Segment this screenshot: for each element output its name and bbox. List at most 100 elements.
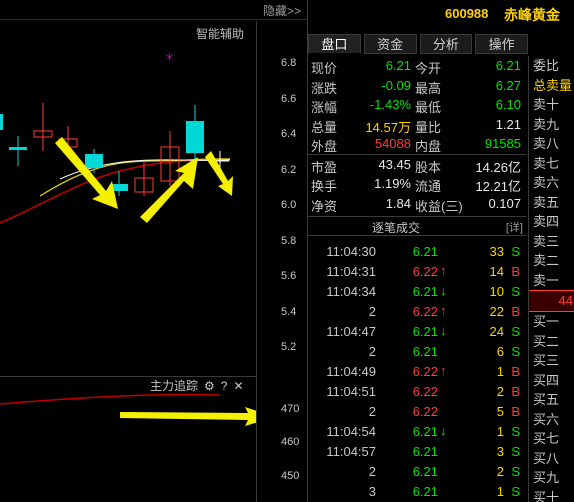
- order-book-label: 买二: [533, 333, 560, 349]
- order-book-label: 卖十: [533, 97, 560, 112]
- trade-arrow-icon: ↓: [440, 323, 447, 338]
- price-tick: 6.0: [281, 199, 297, 211]
- quote-value: 1.19%: [374, 176, 411, 191]
- quote-row: 换手 1.19% 流通 12.21亿: [308, 174, 526, 194]
- trade-side: S: [511, 464, 520, 479]
- tab-analysis[interactable]: 分析: [419, 34, 473, 54]
- quote-row: 现价 6.21 今开 6.21: [308, 56, 526, 76]
- trade-time: 2: [368, 304, 376, 319]
- quote-table: 现价 6.21 今开 6.21 涨跌 -0.09 最高 6.27 涨幅 -1.43% 最低 6.10 总…: [308, 56, 526, 214]
- quote-label: 内盘: [415, 139, 442, 154]
- quote-value: 43.45: [378, 156, 411, 172]
- trade-side: S: [511, 344, 520, 359]
- quote-label: 涨跌: [311, 80, 338, 96]
- candles: [0, 103, 229, 196]
- trade-price: 6.22: [412, 364, 438, 379]
- trade-row: 11:04:57 6.21 3 S: [308, 442, 526, 462]
- quote-panel: 600988 赤峰黄金 盘口 资金 分析 操作 现价 6.21 今开 6.21 涨跌 -0…: [307, 0, 574, 502]
- trade-volume: 10: [489, 284, 504, 299]
- order-book-label: 卖三: [533, 233, 560, 249]
- close-icon[interactable]: ✕: [233, 379, 243, 393]
- trade-arrow-icon: ↑: [440, 303, 447, 318]
- trade-row: 11:04:34 6.21 ↓ 10 S: [308, 282, 526, 302]
- order-book-label: 买五: [533, 392, 560, 407]
- capital-flow-line: [0, 393, 221, 405]
- trade-time: 2: [368, 344, 376, 359]
- chart-toolbar: 隐藏>>: [0, 0, 307, 20]
- trade-arrow-icon: ↓: [440, 283, 447, 298]
- quote-row: 净资 1.84 收益(三) 0.107: [308, 194, 526, 214]
- quote-label: 换手: [311, 179, 338, 194]
- tab-capital[interactable]: 资金: [363, 34, 417, 54]
- kline-chart-panel[interactable]: 隐藏>> 智能辅助 * 主力追踪 ⚙ ? ✕ 6.8 6.6 6.4 6.2 6…: [0, 0, 307, 502]
- stock-title-bar: 600988 赤峰黄金: [308, 0, 574, 28]
- trade-arrow-icon: ↓: [440, 423, 447, 438]
- price-tick: 6.6: [281, 93, 297, 105]
- quote-value: 14.57万: [365, 119, 411, 135]
- trade-side: B: [511, 364, 520, 379]
- trade-volume: 2: [496, 464, 504, 479]
- trade-time: 11:04:34: [326, 284, 376, 299]
- trade-volume: 3: [496, 444, 504, 459]
- subchart-tick: 460: [281, 436, 300, 448]
- quote-row: 涨跌 -0.09 最高 6.27: [308, 76, 526, 96]
- order-book-label: 总卖量: [533, 77, 573, 93]
- gear-icon[interactable]: ⚙: [204, 379, 215, 393]
- order-book-label: 买八: [533, 450, 560, 466]
- trade-volume: 22: [489, 304, 504, 319]
- trade-row: 2 6.21 2 S: [308, 462, 526, 482]
- trade-side: B: [511, 304, 520, 319]
- trade-time: 11:04:49: [326, 364, 376, 379]
- trades-detail-link[interactable]: [详]: [506, 219, 523, 235]
- quote-value: 6.21: [495, 58, 521, 73]
- trade-row: 11:04:30 6.21 33 S: [308, 242, 526, 262]
- order-book-highlight: 44: [529, 290, 574, 312]
- trade-side: B: [511, 384, 520, 399]
- order-book-label: 买九: [533, 470, 560, 485]
- trade-volume: 2: [496, 384, 504, 399]
- price-tick: 5.6: [281, 270, 297, 282]
- help-icon[interactable]: ?: [221, 379, 228, 393]
- quote-value: 1.21: [495, 116, 521, 132]
- quote-label: 今开: [415, 61, 442, 76]
- hide-button[interactable]: 隐藏>>: [263, 2, 301, 19]
- quote-value: 0.107: [488, 195, 521, 211]
- trade-side: S: [511, 284, 520, 299]
- trade-time: 11:04:54: [326, 424, 376, 439]
- quote-value: 6.21: [385, 58, 411, 73]
- quote-label: 量比: [415, 119, 442, 135]
- order-book-label: 买三: [533, 353, 560, 368]
- trade-price: 6.22: [412, 304, 438, 319]
- trade-side: S: [511, 244, 520, 259]
- trade-volume: 14: [489, 264, 504, 279]
- signal-marker: *: [166, 52, 173, 68]
- trade-price: 6.22: [412, 384, 438, 399]
- trade-time: 11:04:51: [326, 384, 376, 399]
- trade-volume: 33: [489, 244, 504, 259]
- price-tick: 5.4: [281, 306, 297, 318]
- quote-value: 6.10: [495, 97, 521, 112]
- trade-price: 6.22: [412, 264, 438, 279]
- quote-value: -0.09: [381, 77, 411, 93]
- trade-arrow-icon: ↑: [440, 263, 447, 278]
- subchart-title[interactable]: 主力追踪: [150, 377, 198, 394]
- trade-volume: 1: [496, 364, 504, 379]
- order-book-label: 卖四: [533, 214, 560, 229]
- price-tick: 6.2: [281, 164, 297, 176]
- trades-list: 11:04:30 6.21 33 S 11:04:31 6.22 ↑ 14 B 11:04:34 6…: [308, 242, 526, 502]
- order-book-label: 卖八: [533, 136, 560, 151]
- trade-side: S: [511, 424, 520, 439]
- trade-arrow-icon: ↑: [440, 363, 447, 378]
- tab-handicap[interactable]: 盘口: [308, 34, 361, 54]
- quote-label: 收益(三): [415, 198, 463, 214]
- order-book-label: 买四: [533, 372, 560, 388]
- subchart-header: 主力追踪 ⚙ ? ✕: [150, 377, 244, 394]
- quote-value: 6.27: [495, 77, 521, 93]
- order-book-label: 卖五: [533, 194, 560, 210]
- tab-operation[interactable]: 操作: [475, 34, 528, 54]
- candlestick-chart[interactable]: *: [0, 21, 256, 502]
- trade-side: B: [511, 264, 520, 279]
- trade-row: 2 6.22 5 B: [308, 402, 526, 422]
- trade-price: 6.21: [412, 324, 438, 339]
- trade-price: 6.21: [412, 244, 438, 259]
